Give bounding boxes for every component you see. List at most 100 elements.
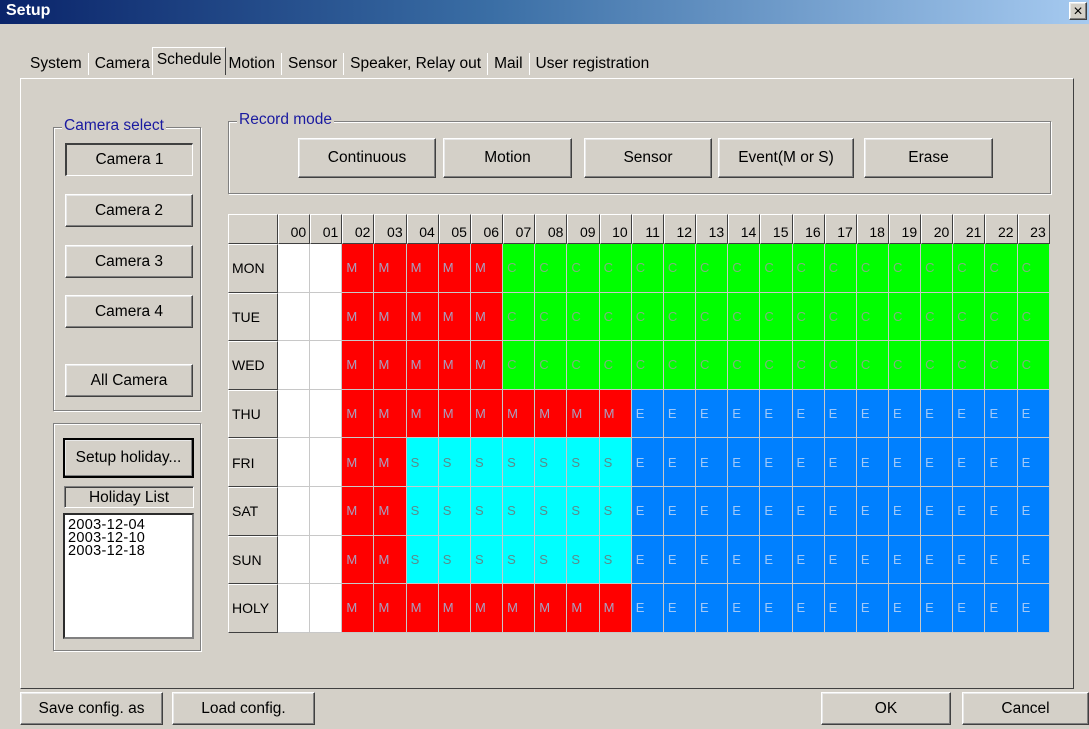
schedule-cell[interactable]: C (1017, 244, 1050, 293)
day-header[interactable]: SUN (228, 535, 278, 585)
schedule-cell[interactable]: M (567, 389, 600, 439)
hour-header[interactable]: 00 (278, 214, 311, 244)
schedule-cell[interactable]: E (856, 438, 889, 487)
schedule-cell[interactable]: M (567, 584, 600, 633)
schedule-cell[interactable]: C (953, 292, 986, 342)
schedule-cell[interactable]: E (921, 535, 954, 585)
schedule-cell[interactable]: M (470, 584, 504, 633)
schedule-cell[interactable] (278, 341, 311, 390)
schedule-cell[interactable]: E (856, 486, 889, 536)
schedule-cell[interactable]: C (888, 244, 922, 293)
schedule-cell[interactable] (310, 389, 343, 439)
schedule-cell[interactable]: M (470, 244, 504, 293)
schedule-cell[interactable]: M (470, 292, 504, 342)
schedule-cell[interactable]: C (567, 341, 600, 390)
camera-4-button[interactable]: Camera 4 (65, 295, 193, 328)
schedule-cell[interactable]: S (535, 535, 568, 585)
hour-header[interactable]: 01 (310, 214, 343, 244)
erase-button[interactable]: Erase (864, 138, 993, 178)
schedule-cell[interactable]: C (599, 341, 632, 390)
schedule-cell[interactable]: C (696, 341, 729, 390)
schedule-cell[interactable]: S (503, 438, 536, 487)
schedule-cell[interactable]: M (406, 584, 439, 633)
schedule-cell[interactable]: C (921, 292, 954, 342)
hour-header[interactable]: 06 (470, 214, 504, 244)
day-header[interactable]: TUE (228, 292, 278, 342)
schedule-cell[interactable]: E (1017, 584, 1050, 633)
schedule-cell[interactable]: C (985, 341, 1018, 390)
hour-header[interactable]: 08 (535, 214, 568, 244)
schedule-cell[interactable]: S (599, 438, 632, 487)
schedule-cell[interactable]: E (824, 535, 857, 585)
schedule-cell[interactable]: C (696, 244, 729, 293)
schedule-cell[interactable]: M (503, 389, 536, 439)
schedule-cell[interactable]: S (406, 535, 439, 585)
schedule-cell[interactable]: S (470, 535, 504, 585)
schedule-cell[interactable]: C (599, 292, 632, 342)
schedule-cell[interactable]: C (824, 244, 857, 293)
schedule-cell[interactable]: M (374, 389, 407, 439)
schedule-cell[interactable]: C (856, 341, 889, 390)
schedule-cell[interactable]: C (631, 292, 664, 342)
schedule-cell[interactable]: C (856, 292, 889, 342)
continuous-button[interactable]: Continuous (298, 138, 436, 178)
schedule-cell[interactable]: E (663, 535, 697, 585)
camera-1-button[interactable]: Camera 1 (65, 143, 193, 176)
schedule-cell[interactable]: C (1017, 292, 1050, 342)
schedule-grid[interactable]: 00 01 02 03 04 05 06 07 08 09 10 11 12 13 14 15 16 17 18 19… (228, 214, 1050, 633)
schedule-cell[interactable]: C (1017, 341, 1050, 390)
day-header[interactable]: WED (228, 341, 278, 390)
schedule-cell[interactable]: M (438, 341, 471, 390)
schedule-cell[interactable]: E (953, 535, 986, 585)
schedule-cell[interactable] (310, 244, 343, 293)
schedule-cell[interactable]: C (792, 292, 825, 342)
tab-user-registration[interactable]: User registration (534, 55, 652, 73)
schedule-cell[interactable]: C (567, 292, 600, 342)
schedule-cell[interactable]: E (728, 438, 761, 487)
schedule-cell[interactable]: E (696, 438, 729, 487)
schedule-cell[interactable] (310, 292, 343, 342)
schedule-cell[interactable]: C (535, 292, 568, 342)
schedule-cell[interactable]: S (438, 486, 471, 536)
schedule-cell[interactable]: M (406, 389, 439, 439)
schedule-cell[interactable]: M (342, 389, 375, 439)
schedule-cell[interactable]: M (438, 584, 471, 633)
tab-sensor[interactable]: Sensor (286, 55, 339, 73)
schedule-cell[interactable]: E (728, 535, 761, 585)
schedule-cell[interactable]: E (985, 535, 1018, 585)
schedule-cell[interactable]: E (663, 389, 697, 439)
schedule-cell[interactable]: C (728, 341, 761, 390)
schedule-cell[interactable]: C (953, 244, 986, 293)
schedule-cell[interactable] (310, 584, 343, 633)
schedule-cell[interactable]: C (760, 341, 793, 390)
schedule-cell[interactable]: E (792, 486, 825, 536)
schedule-cell[interactable]: S (567, 438, 600, 487)
schedule-cell[interactable]: E (1017, 486, 1050, 536)
schedule-cell[interactable]: E (631, 486, 664, 536)
schedule-cell[interactable]: E (985, 438, 1018, 487)
save-config-button[interactable]: Save config. as (20, 692, 163, 725)
motion-button[interactable]: Motion (443, 138, 572, 178)
hour-header[interactable]: 05 (438, 214, 471, 244)
schedule-cell[interactable]: E (921, 486, 954, 536)
schedule-cell[interactable]: E (760, 584, 793, 633)
schedule-cell[interactable] (310, 438, 343, 487)
schedule-cell[interactable] (278, 535, 311, 585)
schedule-cell[interactable]: E (953, 486, 986, 536)
day-header[interactable]: THU (228, 389, 278, 439)
hour-header[interactable]: 16 (792, 214, 825, 244)
schedule-cell[interactable] (278, 292, 311, 342)
hour-header[interactable]: 17 (824, 214, 857, 244)
holiday-list[interactable]: 2003-12-04 2003-12-10 2003-12-18 (63, 513, 194, 639)
schedule-cell[interactable]: S (406, 486, 439, 536)
schedule-cell[interactable]: E (728, 584, 761, 633)
schedule-cell[interactable]: S (470, 438, 504, 487)
cancel-button[interactable]: Cancel (962, 692, 1089, 725)
schedule-cell[interactable]: C (824, 292, 857, 342)
hour-header[interactable]: 20 (921, 214, 954, 244)
tab-mail[interactable]: Mail (492, 55, 524, 73)
schedule-cell[interactable]: M (438, 244, 471, 293)
schedule-cell[interactable]: E (792, 389, 825, 439)
schedule-cell[interactable]: C (888, 292, 922, 342)
schedule-cell[interactable]: S (535, 438, 568, 487)
